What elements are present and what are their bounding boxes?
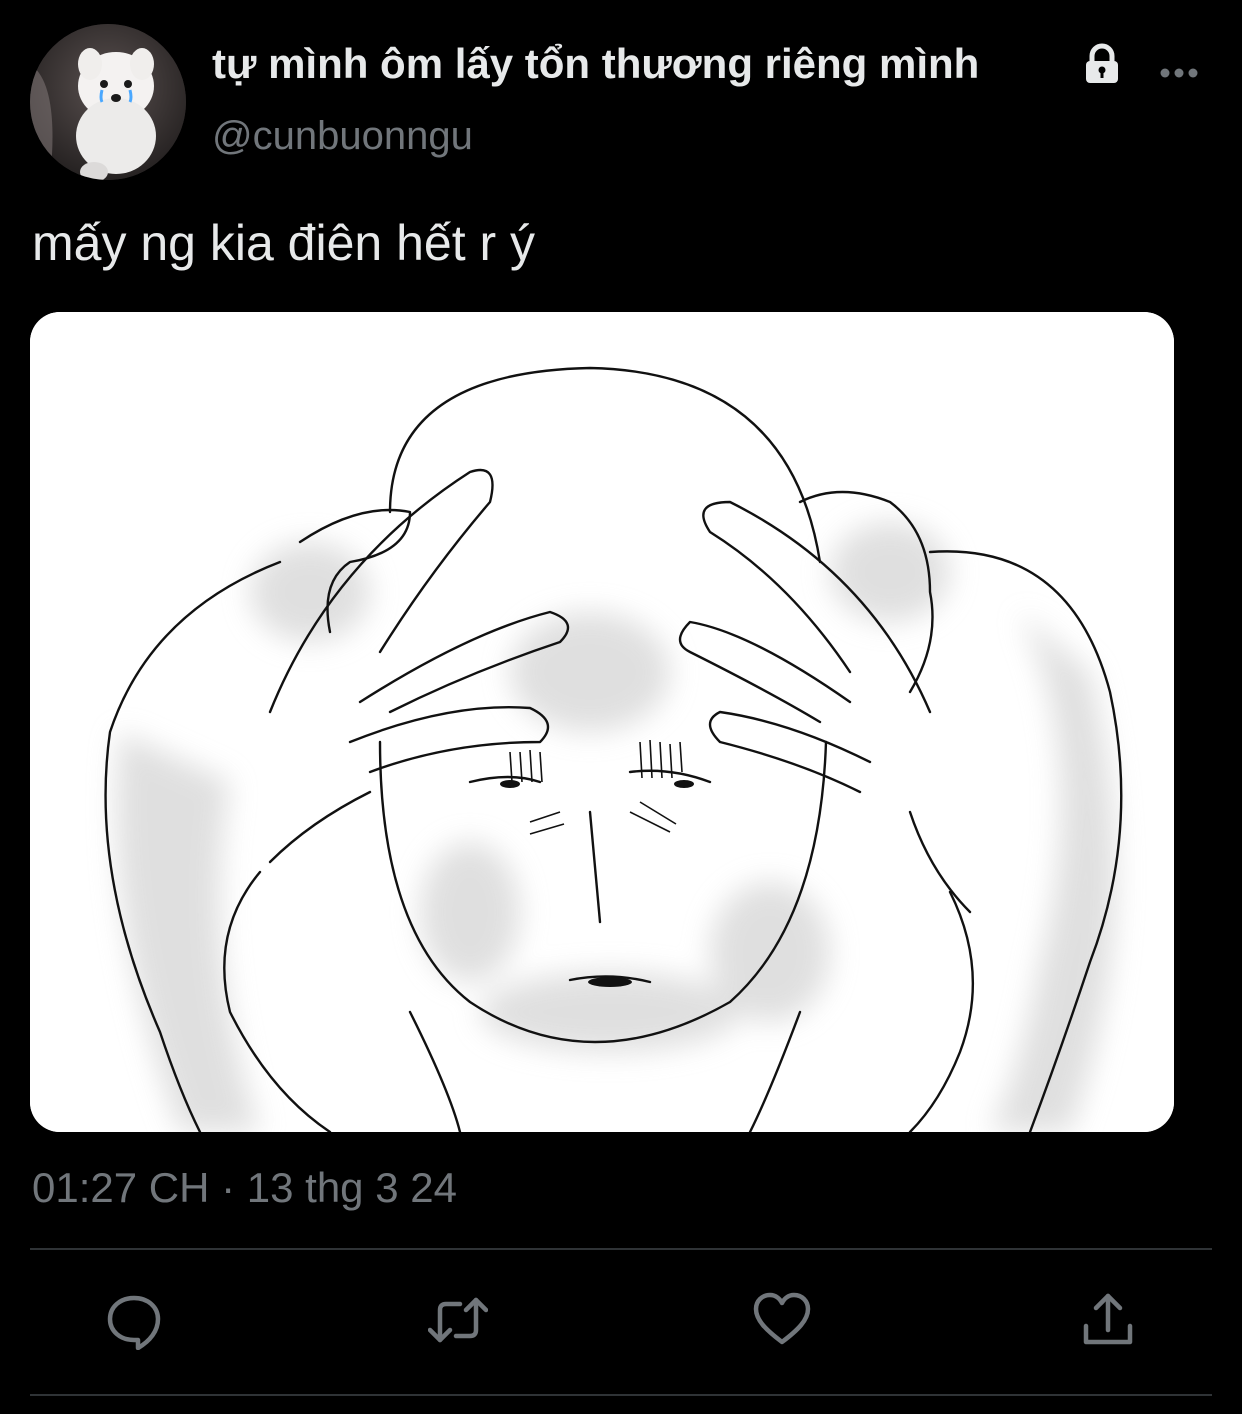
- retweet-button[interactable]: [427, 1290, 489, 1350]
- display-name[interactable]: tự mình ôm lấy tổn thương riêng mình: [212, 40, 979, 88]
- share-icon: [1083, 1293, 1133, 1345]
- heart-icon: [753, 1292, 811, 1345]
- reply-button[interactable]: [104, 1290, 164, 1351]
- stressed-man-drawing-icon: [30, 312, 1174, 1132]
- lock-icon: [1086, 43, 1118, 83]
- tweet-text: mấy ng kia điên hết r ý: [32, 215, 536, 271]
- divider: [30, 1394, 1212, 1396]
- samoyed-avatar-icon: [30, 24, 186, 180]
- tweet-timestamp[interactable]: 01:27 CH · 13 thg 3 24: [32, 1164, 457, 1212]
- user-handle[interactable]: @cunbuonngu: [212, 114, 473, 159]
- divider: [30, 1248, 1212, 1250]
- avatar[interactable]: [30, 24, 186, 180]
- more-options-icon[interactable]: [1158, 58, 1200, 88]
- retweet-icon: [427, 1297, 489, 1343]
- reply-icon: [107, 1295, 161, 1351]
- share-button[interactable]: [1078, 1290, 1138, 1350]
- like-button[interactable]: [752, 1290, 812, 1350]
- tweet-media[interactable]: [30, 312, 1174, 1132]
